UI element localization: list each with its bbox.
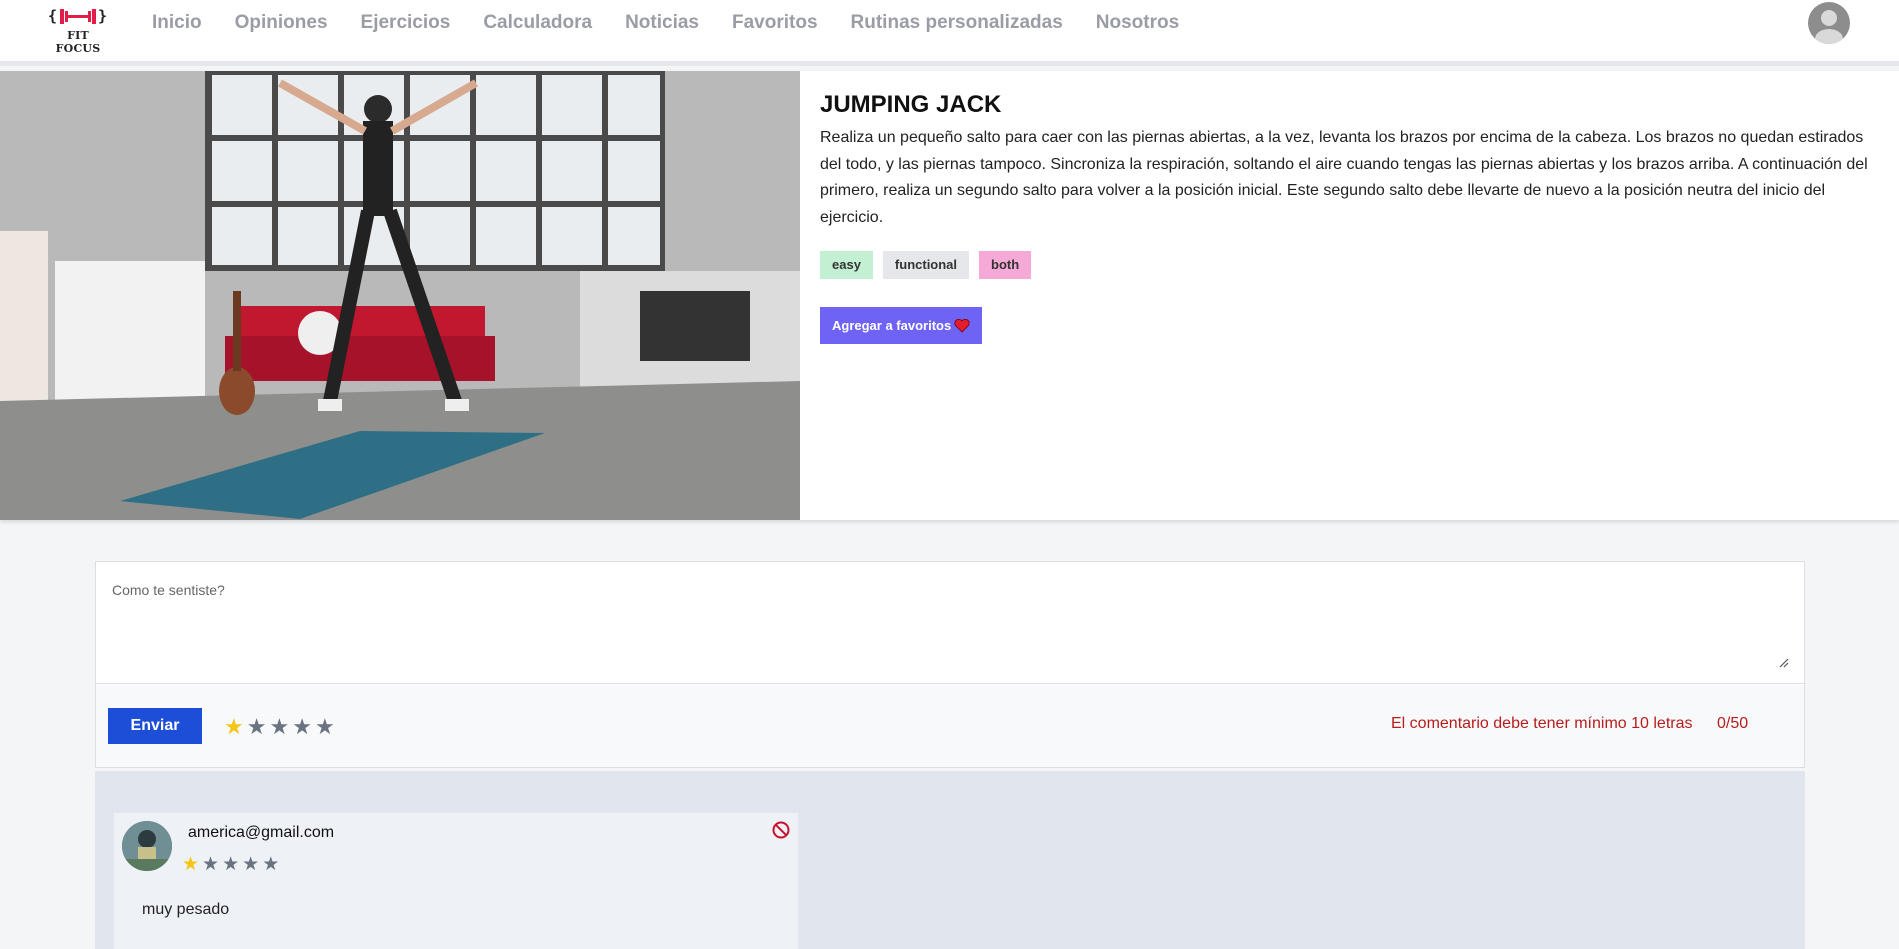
nav-ejercicios[interactable]: Ejercicios (361, 10, 451, 36)
star-icon[interactable]: ★ (247, 716, 267, 738)
exercise-hero: JUMPING JACK Realiza un pequeño salto pa… (0, 71, 1899, 520)
tag-type: functional (882, 251, 970, 279)
comment-form-footer: Enviar ★ ★ ★ ★ ★ El comentario debe tene… (96, 685, 1804, 767)
rating-input: ★ ★ ★ ★ ★ (224, 716, 335, 738)
nav-rutinas-personalizadas[interactable]: Rutinas personalizadas (851, 10, 1063, 36)
resize-handle-icon[interactable] (1777, 656, 1789, 668)
nav-inicio[interactable]: Inicio (152, 10, 202, 36)
user-avatar-icon[interactable] (1808, 2, 1850, 44)
nav-opiniones[interactable]: Opiniones (235, 10, 328, 36)
send-button[interactable]: Enviar (108, 708, 202, 744)
star-icon: ★ (222, 854, 240, 875)
comment-text: muy pesado (142, 901, 230, 918)
tag-gender: both (979, 251, 1032, 279)
star-icon[interactable]: ★ (269, 716, 289, 738)
nav-links: Inicio Opiniones Ejercicios Calculadora … (152, 10, 1212, 36)
star-icon: ★ (262, 854, 280, 875)
navbar: { } FIT FOCUS Inicio Opiniones Ejercicio… (0, 0, 1899, 66)
star-icon[interactable]: ★ (315, 716, 335, 738)
comment-form: Enviar ★ ★ ★ ★ ★ El comentario debe tene… (95, 561, 1805, 768)
char-counter: 0/50 (1717, 715, 1749, 732)
fit-focus-logo[interactable]: { } FIT FOCUS (46, 2, 110, 55)
nav-nosotros[interactable]: Nosotros (1096, 10, 1179, 36)
star-icon: ★ (242, 854, 260, 875)
exercise-image (0, 71, 800, 520)
exercise-title: JUMPING JACK (820, 91, 1002, 118)
nav-noticias[interactable]: Noticias (625, 10, 699, 36)
nav-favoritos[interactable]: Favoritos (732, 10, 818, 36)
commenter-avatar (122, 821, 172, 871)
comment-card: america@gmail.com ★ ★ ★ ★ ★ muy pesado (114, 813, 798, 949)
exercise-tags: easy functional both (820, 251, 1870, 279)
commenter-email: america@gmail.com (188, 824, 335, 841)
exercise-info: JUMPING JACK Realiza un pequeño salto pa… (820, 91, 1870, 344)
comment-rating: ★ ★ ★ ★ ★ (182, 855, 279, 874)
dumbbell-logo-icon: { } (48, 7, 107, 25)
svg-text:{: { (48, 7, 57, 25)
exercise-description: Realiza un pequeño salto para caer con l… (820, 129, 1868, 226)
comments-list: america@gmail.com ★ ★ ★ ★ ★ muy pesado (95, 771, 1805, 949)
validation-error: El comentario debe tener mínimo 10 letra… (1391, 715, 1693, 732)
heart-icon (954, 318, 970, 333)
logo-text: FIT FOCUS (55, 29, 101, 55)
comment-input[interactable] (96, 562, 1804, 684)
star-icon: ★ (202, 854, 220, 875)
add-to-favorites-label: Agregar a favoritos (832, 318, 952, 333)
nav-calculadora[interactable]: Calculadora (483, 10, 592, 36)
star-icon: ★ (182, 854, 200, 875)
star-icon[interactable]: ★ (224, 716, 244, 738)
tag-difficulty: easy (820, 251, 873, 279)
add-to-favorites-button[interactable]: Agregar a favoritos (820, 307, 983, 344)
block-icon[interactable] (771, 820, 791, 840)
svg-text:}: } (98, 7, 107, 25)
star-icon[interactable]: ★ (292, 716, 312, 738)
